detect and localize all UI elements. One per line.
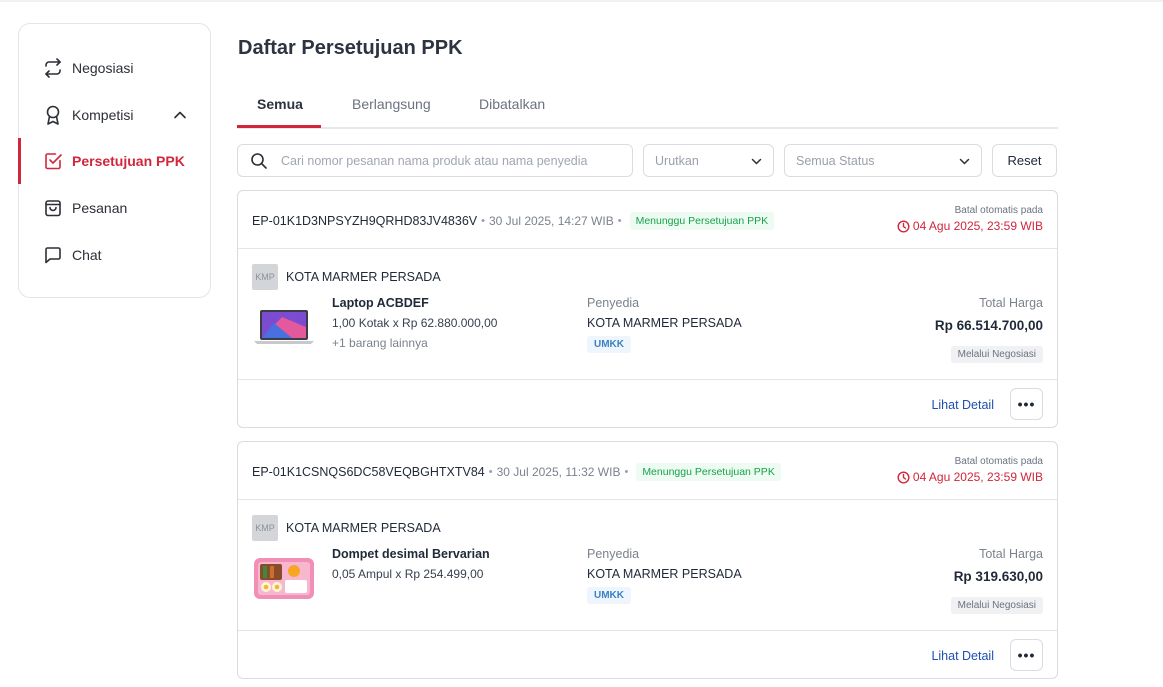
product-thumbnail	[252, 305, 316, 350]
cancel-deadline: 04 Agu 2025, 23:59 WIB	[897, 219, 1043, 233]
order-date: 30 Jul 2025, 14:27 WIB	[488, 214, 614, 228]
view-detail-link[interactable]: Lihat Detail	[931, 398, 994, 412]
deadline-text: 04 Agu 2025, 23:59 WIB	[912, 219, 1043, 233]
total-label: Total Harga	[979, 296, 1043, 310]
separator-dot: •	[624, 466, 629, 478]
vendor-row: KMP KOTA MARMER PERSADA	[252, 264, 441, 290]
order-card-header: EP-01K1CSNQS6DC58VEQBGHTXTV84 • 30 Jul 2…	[238, 442, 1057, 500]
provider-badge: UMKK	[587, 336, 631, 353]
sidebar-item-label: Persetujuan PPK	[72, 153, 185, 169]
vendor-name: KOTA MARMER PERSADA	[286, 521, 441, 535]
order-id: EP-01K1D3NPSYZH9QRHD83JV4836V	[252, 214, 478, 228]
order-date: 30 Jul 2025, 11:32 WIB	[496, 465, 621, 479]
sidebar-item-kompetisi[interactable]: Kompetisi	[19, 95, 210, 135]
method-badge: Melalui Negosiasi	[950, 346, 1043, 363]
deadline-text: 04 Agu 2025, 23:59 WIB	[912, 470, 1043, 484]
status-filter-value: Semua Status	[796, 154, 875, 168]
status-badge: Menunggu Persetujuan PPK	[636, 463, 781, 481]
total-value: Rp 66.514.700,00	[934, 318, 1043, 333]
tab-semua[interactable]: Semua	[257, 96, 303, 112]
separator-dot: •	[481, 215, 485, 227]
sidebar-item-chat[interactable]: Chat	[19, 235, 210, 275]
total-label: Total Harga	[979, 547, 1043, 561]
product-quantity: 0,05 Ampul x Rp 254.499,00	[332, 567, 484, 581]
sidebar-item-label: Kompetisi	[72, 107, 134, 123]
tab-bar: Semua Berlangsung Dibatalkan	[237, 86, 1058, 129]
provider-label: Penyedia	[587, 296, 640, 310]
search-input[interactable]	[281, 151, 621, 171]
sidebar-item-label: Negosiasi	[72, 60, 134, 76]
award-icon	[42, 104, 64, 126]
page-title: Daftar Persetujuan PPK	[238, 37, 463, 59]
arrows-swap-icon	[42, 57, 64, 79]
sidebar-item-pesanan[interactable]: Pesanan	[19, 188, 210, 228]
tab-dibatalkan[interactable]: Dibatalkan	[479, 96, 545, 112]
more-items-note: +1 barang lainnya	[332, 336, 428, 350]
provider-name: KOTA MARMER PERSADA	[587, 567, 742, 581]
chevron-up-icon[interactable]	[172, 107, 188, 123]
cancel-deadline: 04 Agu 2025, 23:59 WIB	[897, 470, 1043, 484]
search-box	[237, 144, 633, 177]
clock-icon	[897, 470, 910, 484]
more-options-button[interactable]: •••	[1010, 639, 1043, 671]
vendor-name: KOTA MARMER PERSADA	[286, 270, 441, 284]
status-badge: Menunggu Persetujuan PPK	[629, 212, 775, 230]
total-value: Rp 319.630,00	[953, 569, 1043, 584]
order-card: EP-01K1D3NPSYZH9QRHD83JV4836V • 30 Jul 2…	[237, 190, 1058, 428]
chevron-down-icon	[958, 155, 971, 168]
chat-bubble-icon	[42, 244, 64, 266]
more-options-button[interactable]: •••	[1010, 388, 1043, 420]
sidebar-item-persetujuan-ppk[interactable]: Persetujuan PPK	[18, 138, 210, 184]
product-name: Dompet desimal Bervarian	[332, 547, 490, 561]
sort-value: Urutkan	[655, 154, 699, 168]
order-card: EP-01K1CSNQS6DC58VEQBGHTXTV84 • 30 Jul 2…	[237, 441, 1058, 679]
product-thumbnail	[252, 556, 316, 601]
order-card-footer: Lihat Detail •••	[238, 379, 1057, 427]
method-badge: Melalui Negosiasi	[950, 597, 1043, 614]
view-detail-link[interactable]: Lihat Detail	[931, 649, 994, 663]
separator-dot: •	[617, 215, 622, 227]
reset-button[interactable]: Reset	[992, 144, 1057, 177]
top-border	[0, 0, 1163, 2]
tab-berlangsung[interactable]: Berlangsung	[352, 96, 431, 112]
auto-cancel-note: Batal otomatis pada	[954, 205, 1043, 216]
clock-icon	[897, 219, 910, 233]
vendor-logo: KMP	[252, 264, 278, 290]
sort-dropdown[interactable]: Urutkan	[643, 144, 774, 177]
provider-name: KOTA MARMER PERSADA	[587, 316, 742, 330]
product-name: Laptop ACBDEF	[332, 296, 429, 310]
sidebar-item-negosiasi[interactable]: Negosiasi	[19, 48, 210, 88]
shopping-bag-icon	[42, 197, 64, 219]
active-tab-indicator	[237, 125, 321, 128]
sidebar-item-label: Pesanan	[72, 200, 128, 216]
separator-dot: •	[488, 466, 493, 478]
chevron-down-icon	[750, 155, 763, 168]
product-quantity: 1,00 Kotak x Rp 62.880.000,00	[332, 316, 498, 330]
status-filter-dropdown[interactable]: Semua Status	[784, 144, 982, 177]
order-card-footer: Lihat Detail •••	[238, 630, 1057, 678]
order-id: EP-01K1CSNQS6DC58VEQBGHTXTV84	[252, 465, 485, 479]
provider-label: Penyedia	[587, 547, 640, 561]
vendor-row: KMP KOTA MARMER PERSADA	[252, 515, 441, 541]
order-card-header: EP-01K1D3NPSYZH9QRHD83JV4836V • 30 Jul 2…	[238, 191, 1057, 249]
sidebar: Negosiasi Kompetisi Persetujuan PPK Pesa…	[18, 23, 211, 298]
auto-cancel-note: Batal otomatis pada	[954, 456, 1043, 467]
vendor-logo: KMP	[252, 515, 278, 541]
checkbox-icon	[42, 150, 64, 172]
provider-badge: UMKK	[587, 587, 631, 604]
search-icon	[250, 152, 268, 170]
sidebar-item-label: Chat	[72, 247, 102, 263]
